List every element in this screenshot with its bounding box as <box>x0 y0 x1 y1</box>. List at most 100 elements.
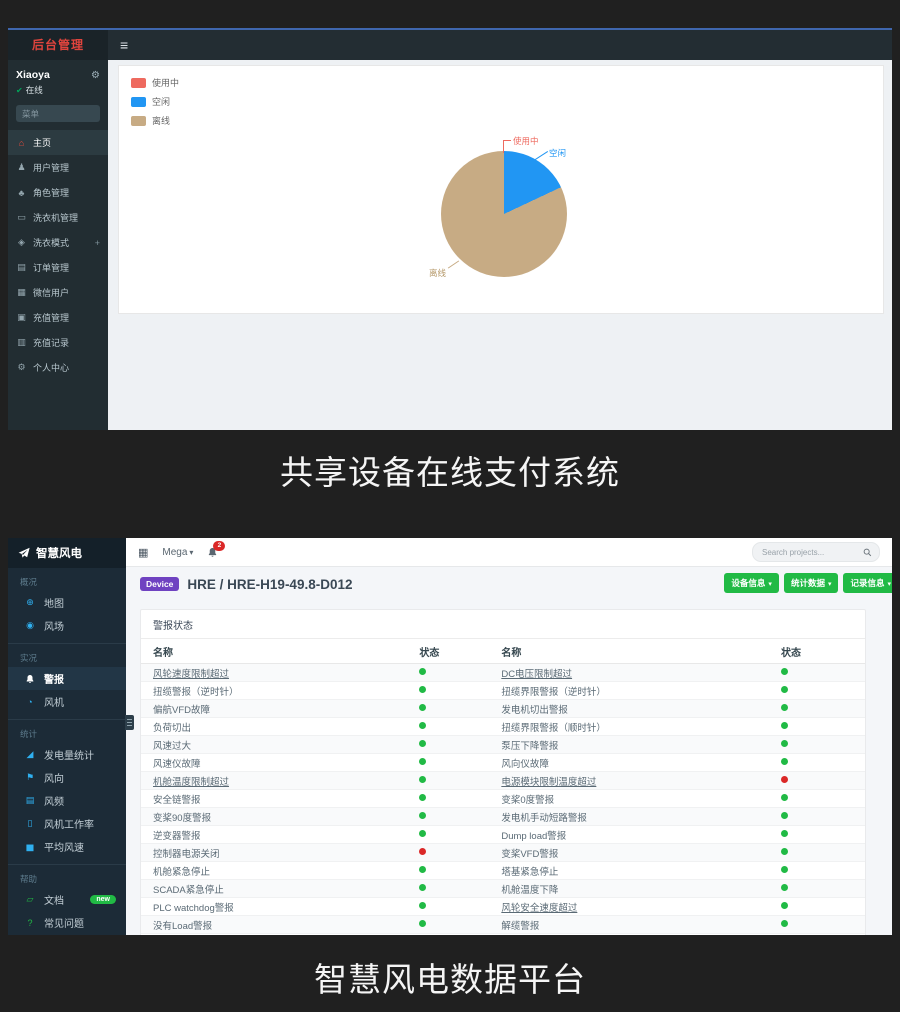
alarm-table-header: 名称 状态 名称 状态 <box>141 639 865 664</box>
alarm-status-cell <box>781 721 853 732</box>
legend-item[interactable]: 空闲 <box>131 95 179 108</box>
sidebar-section-label: 概况 <box>8 568 126 591</box>
alarm-table-row: PLC watchdog警报风轮安全速度超过 <box>141 897 865 915</box>
sidebar-item-washer[interactable]: ▭洗衣机管理 <box>8 205 108 230</box>
sidebar-item-home[interactable]: ⌂主页 <box>8 130 108 155</box>
status-dot-green <box>419 668 426 675</box>
alarm-name: 偏航VFD故障 <box>153 702 419 716</box>
sidebar-item-map-marker[interactable]: ◉风场 <box>8 614 126 637</box>
sidebar-collapse-handle[interactable] <box>125 715 134 730</box>
status-dot-green <box>781 920 788 927</box>
sidebar-item-recharge[interactable]: ▣充值管理 <box>8 305 108 330</box>
sidebar-item-wash-mode[interactable]: ◈洗衣模式+ <box>8 230 108 255</box>
alarm-status-cell <box>781 685 853 696</box>
sidebar-item-label: 风频 <box>44 793 64 808</box>
alarm-name: 没有Load警报 <box>153 918 419 932</box>
users-icon: ♟ <box>16 162 27 173</box>
alarm-table-row: 控制器电源关闭变桨VFD警报 <box>141 843 865 861</box>
sidebar-item-question[interactable]: ?常见问题 <box>8 911 126 934</box>
paper-plane-icon <box>18 547 30 559</box>
pie-label-inuse: 使用中 <box>513 135 539 147</box>
status-dot-green <box>781 686 788 693</box>
sidebar-item-users[interactable]: ♟用户管理 <box>8 155 108 180</box>
sidebar-item-bar-chart[interactable]: ▤风频 <box>8 789 126 812</box>
alarm-table-row: 风轮转速检测警报发电机过热警报 <box>141 933 865 935</box>
alarm-name[interactable]: DC电压限制超过 <box>501 666 781 680</box>
sidebar-item-flag[interactable]: ⚑风向 <box>8 766 126 789</box>
app1-header: 后台管理 ≡ <box>8 30 892 60</box>
device-title-row: Device HRE / HRE-H19-49.8-D012 设备信息▾统计数据… <box>140 572 878 596</box>
sidebar-section-label: 实况 <box>8 644 126 667</box>
sidebar-item-folder[interactable]: ▱文档new <box>8 888 126 911</box>
col-name-right: 名称 <box>501 644 781 659</box>
sidebar-item-bell[interactable]: 警报 <box>8 667 126 690</box>
sidebar-item-wechat-users[interactable]: ▦微信用户 <box>8 280 108 305</box>
legend-item[interactable]: 离线 <box>131 114 179 127</box>
status-dot-green <box>781 704 788 711</box>
gear-icon[interactable]: ⚙ <box>91 70 100 81</box>
sidebar-search-input[interactable] <box>16 109 100 119</box>
alarm-name[interactable]: 风轮速度限制超过 <box>153 666 419 680</box>
brand-label: 智慧风电 <box>36 545 82 561</box>
chevron-down-icon: ▾ <box>189 548 193 557</box>
question-icon: ? <box>24 918 36 928</box>
sidebar-item-label: 微信用户 <box>33 286 69 299</box>
sidebar-item-roles[interactable]: ♣角色管理 <box>8 180 108 205</box>
sidebar-item-label: 个人中心 <box>33 361 69 374</box>
pie-callout-line <box>448 260 459 268</box>
sidebar-section-label: 帮助 <box>8 865 126 888</box>
device-info-button[interactable]: 设备信息▾ <box>724 573 779 593</box>
sidebar-item-label: 风机工作率 <box>44 816 94 831</box>
app2-content: Device HRE / HRE-H19-49.8-D012 设备信息▾统计数据… <box>126 567 892 935</box>
legend-swatch <box>131 78 146 88</box>
pie-chart-card: 使用中空闲离线 使用中 空闲 离线 <box>118 65 884 314</box>
project-search-input[interactable] <box>760 547 859 558</box>
status-dot-green <box>781 848 788 855</box>
alarm-table-body: 风轮速度限制超过DC电压限制超过扭缆警报（逆时针）扭缆界限警报（逆时针）偏航VF… <box>141 664 865 935</box>
status-dot-green <box>419 830 426 837</box>
alarm-name[interactable]: 机舱温度限制超过 <box>153 774 419 788</box>
column-chart-icon: ▅ <box>24 841 36 852</box>
search-icon <box>863 548 872 557</box>
area-chart-icon: ◢ <box>24 749 36 760</box>
sidebar-item-label: 洗衣模式 <box>33 236 69 249</box>
notifications-bell[interactable]: 2 <box>207 547 218 558</box>
folder-icon: ▱ <box>24 894 36 905</box>
device-badge: Device <box>140 577 179 591</box>
alarm-name[interactable]: 风轮安全速度超过 <box>501 900 781 914</box>
app2-main: ▦ Mega▾ 2 Device HRE / HRE-H19-49.8-D012… <box>126 538 892 935</box>
app2-brand[interactable]: 智慧风电 <box>8 538 126 568</box>
sidebar-item-profile[interactable]: ⚙个人中心 <box>8 355 108 380</box>
sidebar-item-orders[interactable]: ▤订单管理 <box>8 255 108 280</box>
alarm-name: Dump load警报 <box>501 828 781 842</box>
hamburger-icon[interactable]: ≡ <box>120 37 128 53</box>
sidebar-item-globe[interactable]: ⊕地图 <box>8 591 126 614</box>
sidebar-item-recharge-records[interactable]: ▥充值记录 <box>8 330 108 355</box>
legend-item[interactable]: 使用中 <box>131 76 179 89</box>
status-dot-green <box>781 758 788 765</box>
sidebar-item-turbine-gauge[interactable]: ◔风机 <box>8 690 126 713</box>
status-dot-green <box>781 668 788 675</box>
alarm-name: 逆变器警报 <box>153 828 419 842</box>
battery-icon: ▯ <box>24 818 36 829</box>
bell-icon <box>24 674 36 684</box>
app2-sidebar-menu: 概况⊕地图◉风场实况警报◔风机统计◢发电量统计⚑风向▤风频▯风机工作率▅平均风速… <box>8 568 126 934</box>
app1-sidebar: Xiaoya ⚙ ✔在线 ⌂主页♟用户管理♣角色管理▭洗衣机管理◈洗衣模式+▤订… <box>8 60 108 430</box>
stats-data-button[interactable]: 统计数据▾ <box>784 573 839 593</box>
apps-grid-icon[interactable]: ▦ <box>138 546 148 559</box>
status-dot-green <box>781 830 788 837</box>
sidebar-item-battery[interactable]: ▯ 风机工作率 <box>8 812 126 835</box>
recharge-records-icon: ▥ <box>16 337 27 348</box>
app1-navbar: ≡ <box>108 30 892 60</box>
sidebar-item-label: 地图 <box>44 595 64 610</box>
project-search <box>752 542 880 562</box>
alarm-status-cell <box>419 739 501 750</box>
alarm-name[interactable]: 电源模块限制温度超过 <box>501 774 781 788</box>
status-dot-green <box>781 812 788 819</box>
sidebar-item-area-chart[interactable]: ◢发电量统计 <box>8 743 126 766</box>
mega-menu[interactable]: Mega▾ <box>162 547 193 558</box>
col-status-left: 状态 <box>419 644 501 659</box>
sidebar-item-label: 风场 <box>44 618 64 633</box>
record-info-button[interactable]: 记录信息▾ <box>843 573 892 593</box>
sidebar-item-column-chart[interactable]: ▅平均风速 <box>8 835 126 858</box>
